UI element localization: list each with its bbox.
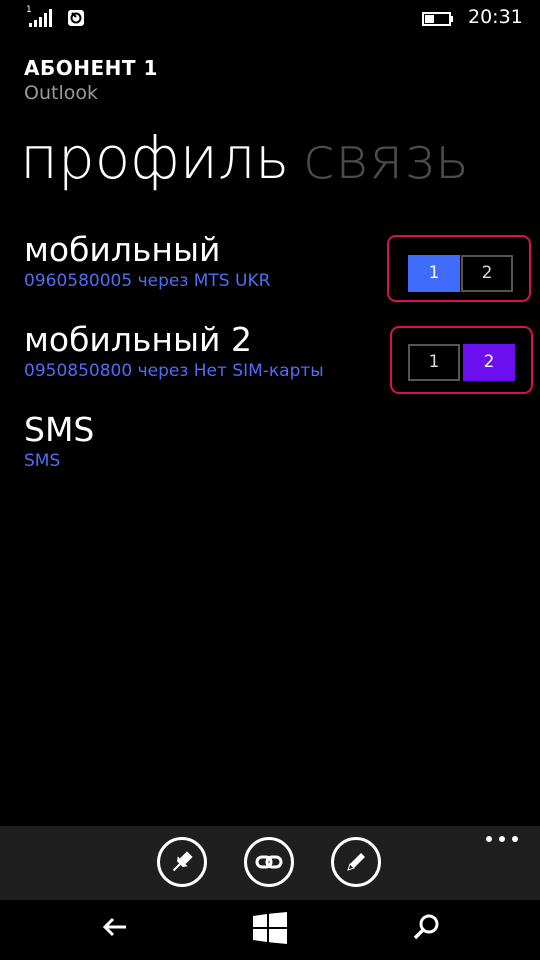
link-button[interactable] [244,837,294,887]
edit-button[interactable] [331,837,381,887]
search-icon[interactable] [412,912,442,942]
sim-1-button[interactable]: 1 [408,344,460,381]
windows-logo-icon[interactable] [253,912,287,944]
pin-button[interactable] [157,837,207,887]
link-icon [255,855,283,869]
account-name: АБОНЕНТ 1 [24,56,158,80]
data-sync-icon [68,10,84,26]
tab-connections[interactable]: связь [303,124,469,192]
app-bar [0,826,540,900]
clock: 20:31 [468,6,523,28]
battery-icon [422,12,453,26]
contact-method-detail: SMS [24,451,61,471]
status-bar: 1 20:31 [0,0,540,36]
sim-2-button[interactable]: 2 [463,344,515,381]
ellipsis-icon[interactable] [486,836,520,848]
pin-icon [172,851,193,872]
navigation-bar [0,900,540,960]
pivot-header: профиль связь [20,118,469,198]
contact-method-sms[interactable]: SMS SMS [24,410,524,472]
sim-indicator: 1 [26,5,32,15]
account-source: Outlook [24,82,98,104]
back-arrow-icon[interactable] [100,912,130,942]
signal-strength-icon: 1 [26,5,58,27]
sim-1-button[interactable]: 1 [408,255,460,292]
tab-profile[interactable]: профиль [20,124,289,192]
sim-2-button[interactable]: 2 [461,255,513,292]
contact-method-label: SMS [24,410,95,449]
edit-icon [347,853,365,871]
